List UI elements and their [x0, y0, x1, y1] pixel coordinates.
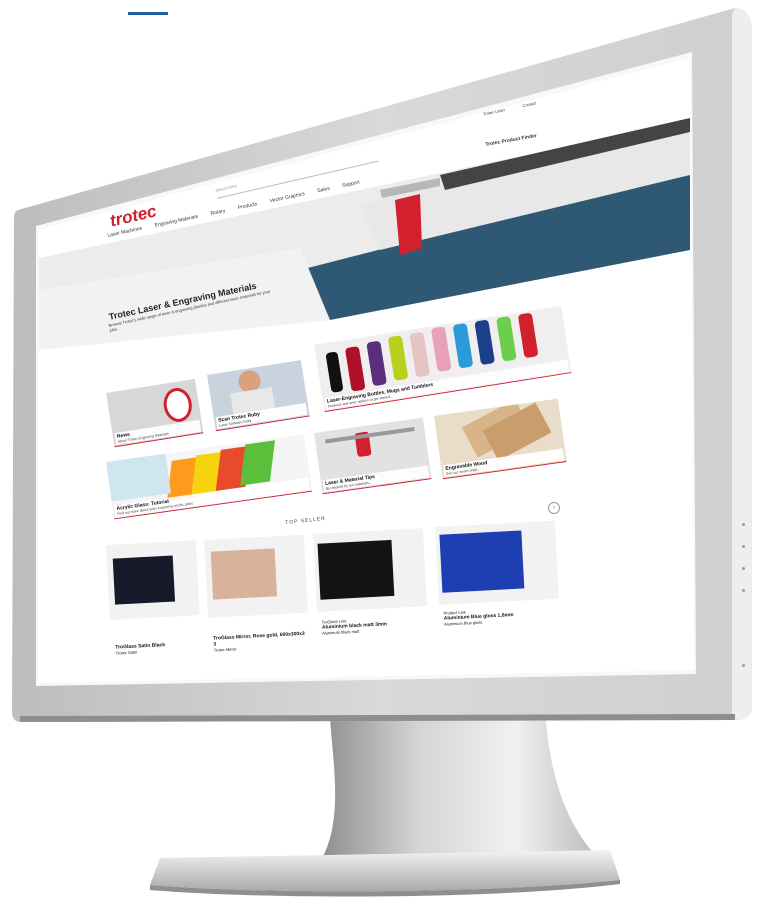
- product-card[interactable]: TroGlass Line Aluminium black matt 3mm A…: [313, 528, 429, 654]
- monitor-button[interactable]: [742, 589, 745, 592]
- magnet-image: [161, 385, 195, 424]
- product-image: [112, 555, 176, 605]
- product-name: TroGlass Mirror, Rose gold, 600x300x3 3: [213, 630, 305, 648]
- product-image: [439, 530, 525, 593]
- product-card[interactable]: TroGlass Mirror, Rose gold, 600x300x3 3 …: [204, 534, 310, 660]
- product-detail: Aluminum black matt: [322, 628, 360, 636]
- monitor-button[interactable]: [742, 567, 745, 570]
- carousel-next-button[interactable]: ›: [548, 502, 560, 514]
- product-card[interactable]: TroGlass Satin Black Trotec Satin: [106, 540, 202, 665]
- product-image: [210, 548, 278, 600]
- monitor-power-button[interactable]: [742, 664, 745, 667]
- product-detail: Trotec Mirror: [213, 646, 237, 653]
- monitor-button[interactable]: [742, 523, 745, 526]
- product-detail: Aluminium Blue gloss: [443, 619, 483, 627]
- product-image: [317, 539, 395, 600]
- monitor-button[interactable]: [742, 545, 745, 548]
- product-card[interactable]: Product Line Aluminium Blue gloss 1,6mm …: [435, 520, 561, 647]
- product-detail: Trotec Satin: [115, 649, 138, 656]
